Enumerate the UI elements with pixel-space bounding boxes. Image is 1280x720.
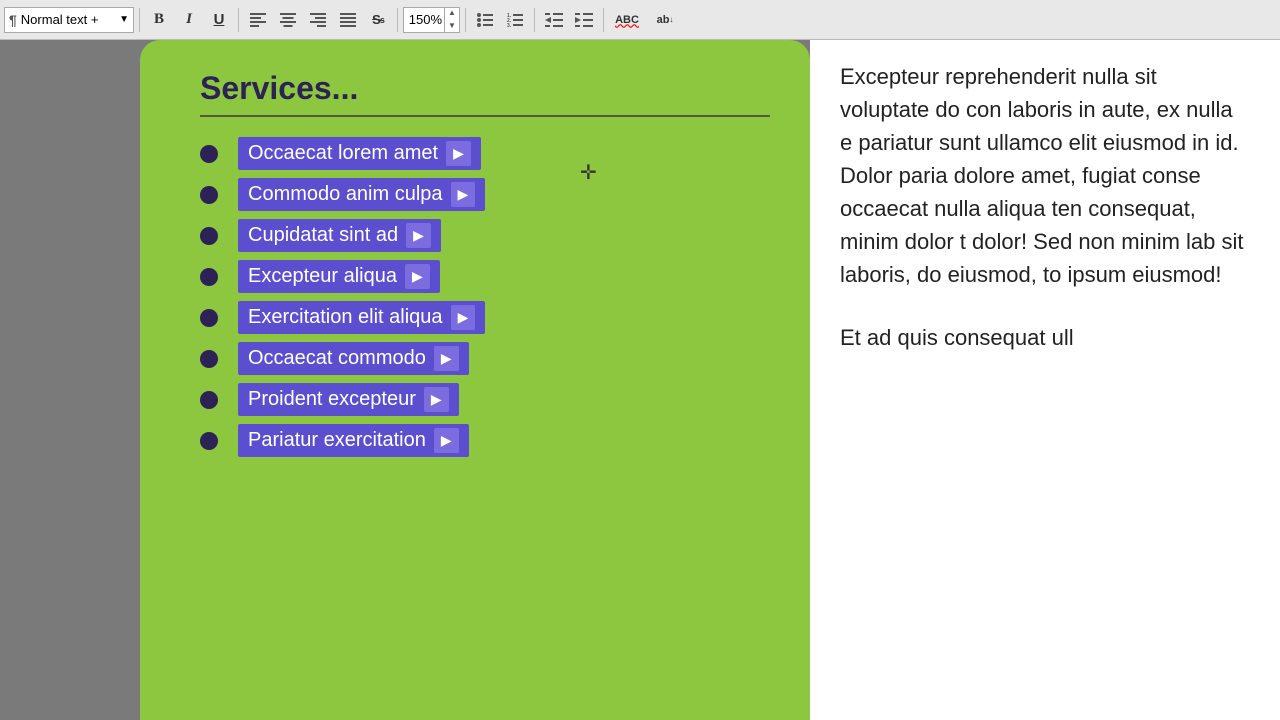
autocorrect-button[interactable]: ab ↓ <box>647 7 683 33</box>
right-text-block-1: Excepteur reprehenderit nulla sit volupt… <box>840 60 1250 291</box>
service-arrow-icon[interactable]: ▶ <box>451 182 476 207</box>
autocorrect-label: ab <box>657 14 670 26</box>
service-link-text: Proident excepteur <box>248 388 416 411</box>
service-arrow-icon[interactable]: ▶ <box>406 223 431 248</box>
list-item: Cupidatat sint ad ▶ <box>200 219 770 252</box>
right-panel[interactable]: Excepteur reprehenderit nulla sit volupt… <box>810 40 1280 720</box>
bold-button[interactable]: B <box>145 7 173 33</box>
align-justify-icon <box>340 13 356 27</box>
services-list: Occaecat lorem amet ▶ Commodo anim culpa… <box>200 137 770 457</box>
bullet-icon <box>200 268 218 286</box>
service-link-text: Exercitation elit aliqua <box>248 306 443 329</box>
bullet-icon <box>200 186 218 204</box>
list-item: Pariatur exercitation ▶ <box>200 424 770 457</box>
style-dropdown[interactable]: ¶ Normal text + ▼ <box>4 7 134 33</box>
bullet-icon <box>200 227 218 245</box>
service-link[interactable]: Proident excepteur ▶ <box>238 383 459 416</box>
separator-1 <box>139 8 140 32</box>
spellcheck-button[interactable]: ABC <box>609 7 645 33</box>
indent-decrease-button[interactable] <box>540 7 568 33</box>
separator-2 <box>238 8 239 32</box>
left-margin <box>0 40 140 720</box>
align-justify-button[interactable] <box>334 7 362 33</box>
cursor-indicator: ✛ <box>580 160 597 185</box>
separator-5 <box>534 8 535 32</box>
separator-3 <box>397 8 398 32</box>
service-link-text: Occaecat lorem amet <box>248 142 438 165</box>
service-arrow-icon[interactable]: ▶ <box>446 141 471 166</box>
service-arrow-icon[interactable]: ▶ <box>434 428 459 453</box>
list-item: Exercitation elit aliqua ▶ <box>200 301 770 334</box>
ordered-list-button[interactable]: 1. 2. 3. <box>501 7 529 33</box>
service-link[interactable]: Commodo anim culpa ▶ <box>238 178 485 211</box>
service-arrow-icon[interactable]: ▶ <box>424 387 449 412</box>
dropdown-arrow-icon: ▼ <box>119 14 129 25</box>
right-paragraph-2: Et ad quis consequat ull <box>840 321 1250 354</box>
service-arrow-icon[interactable]: ▶ <box>434 346 459 371</box>
toolbar: ¶ Normal text + ▼ B I U <box>0 0 1280 40</box>
bullet-icon <box>200 432 218 450</box>
spellcheck-label: ABC <box>615 14 639 26</box>
service-link[interactable]: Occaecat commodo ▶ <box>238 342 469 375</box>
service-link[interactable]: Occaecat lorem amet ▶ <box>238 137 481 170</box>
content-area: Services... ✛ Occaecat lorem amet ▶ Comm… <box>0 40 1280 720</box>
svg-text:3.: 3. <box>507 23 512 27</box>
align-left-icon <box>250 13 266 27</box>
list-item: Occaecat commodo ▶ <box>200 342 770 375</box>
unordered-list-button[interactable] <box>471 7 499 33</box>
indent-increase-button[interactable] <box>570 7 598 33</box>
style-label: Normal text + <box>21 12 115 27</box>
zoom-up-button[interactable]: ▲ <box>445 7 459 20</box>
strikethrough-sub: s <box>380 15 384 25</box>
strikethrough-button[interactable]: S s <box>364 7 392 33</box>
separator-4 <box>465 8 466 32</box>
service-link-text: Excepteur aliqua <box>248 265 397 288</box>
right-text-block-2: Et ad quis consequat ull <box>840 321 1250 354</box>
services-title: Services... <box>200 70 770 117</box>
list-item: Occaecat lorem amet ▶ <box>200 137 770 170</box>
bullet-icon <box>200 309 218 327</box>
bullet-icon <box>200 350 218 368</box>
ordered-list-icon: 1. 2. 3. <box>507 13 523 27</box>
service-arrow-icon[interactable]: ▶ <box>405 264 430 289</box>
align-center-button[interactable] <box>274 7 302 33</box>
align-center-icon <box>280 13 296 27</box>
zoom-control[interactable]: ▲ ▼ <box>403 7 460 33</box>
separator-6 <box>603 8 604 32</box>
zoom-arrows: ▲ ▼ <box>444 7 459 33</box>
unordered-list-icon <box>477 13 493 27</box>
bullet-icon <box>200 145 218 163</box>
zoom-input[interactable] <box>404 12 444 27</box>
service-link[interactable]: Pariatur exercitation ▶ <box>238 424 469 457</box>
service-link-text: Occaecat commodo <box>248 347 426 370</box>
underline-button[interactable]: U <box>205 7 233 33</box>
service-link-text: Cupidatat sint ad <box>248 224 398 247</box>
zoom-down-button[interactable]: ▼ <box>445 20 459 33</box>
align-right-button[interactable] <box>304 7 332 33</box>
right-paragraph-1: Excepteur reprehenderit nulla sit volupt… <box>840 60 1250 291</box>
service-link[interactable]: Exercitation elit aliqua ▶ <box>238 301 485 334</box>
green-panel: Services... ✛ Occaecat lorem amet ▶ Comm… <box>140 40 810 720</box>
service-link[interactable]: Excepteur aliqua ▶ <box>238 260 440 293</box>
bullet-icon <box>200 391 218 409</box>
list-item: Proident excepteur ▶ <box>200 383 770 416</box>
align-left-button[interactable] <box>244 7 272 33</box>
service-link[interactable]: Cupidatat sint ad ▶ <box>238 219 441 252</box>
list-item: Excepteur aliqua ▶ <box>200 260 770 293</box>
paragraph-icon: ¶ <box>9 12 17 28</box>
align-right-icon <box>310 13 326 27</box>
service-link-text: Pariatur exercitation <box>248 429 426 452</box>
indent-decrease-icon <box>545 13 563 27</box>
list-item: Commodo anim culpa ▶ <box>200 178 770 211</box>
service-link-text: Commodo anim culpa <box>248 183 443 206</box>
autocorrect-icon: ↓ <box>669 15 673 24</box>
service-arrow-icon[interactable]: ▶ <box>451 305 476 330</box>
indent-increase-icon <box>575 13 593 27</box>
strikethrough-label: S <box>372 12 380 27</box>
italic-button[interactable]: I <box>175 7 203 33</box>
